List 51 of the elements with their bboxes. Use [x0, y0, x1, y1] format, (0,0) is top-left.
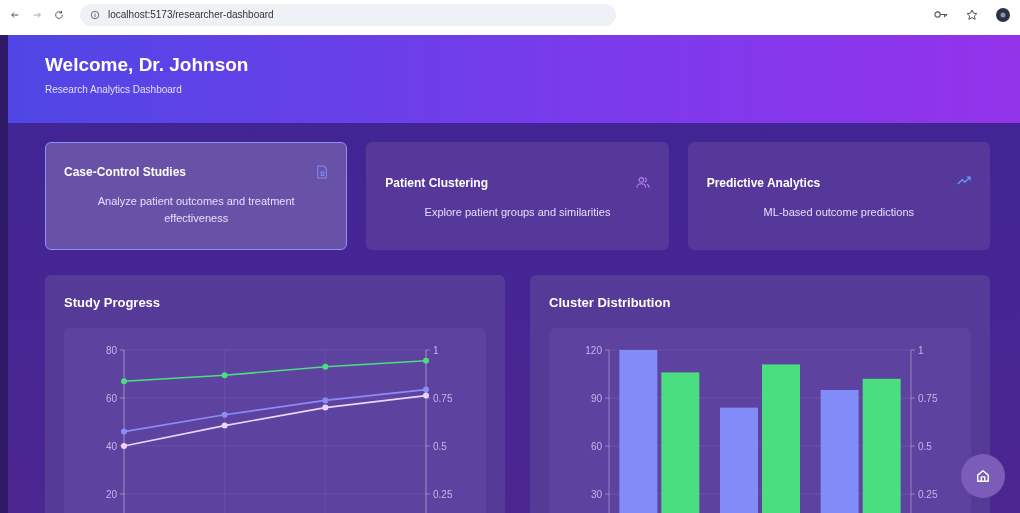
axis-label: 60 [105, 393, 117, 404]
point [423, 392, 429, 399]
welcome-title: Welcome, Dr. Johnson [45, 54, 250, 76]
home-icon [976, 469, 990, 483]
reload-icon[interactable] [54, 9, 64, 20]
card-title: Patient Clustering [385, 176, 488, 190]
axis-label: 60 [590, 441, 602, 452]
point [322, 363, 329, 370]
axis-label: 1 [918, 345, 924, 356]
axis-label: 80 [105, 345, 117, 356]
panel-title: Study Progress [64, 295, 162, 310]
point [322, 397, 329, 404]
axis-label: 90 [590, 393, 602, 404]
axis-label: 0.75 [918, 393, 938, 404]
point [322, 404, 329, 411]
card-description: Analyze patient outcomes and treatment effectiveness [96, 194, 296, 226]
axis-label: 0.5 [433, 441, 447, 452]
axis-label: 120 [585, 345, 602, 356]
axis-label: 20 [105, 489, 117, 500]
feature-card[interactable]: Case-Control Studies Analyze patient outcomes and treatment effectiveness [45, 142, 348, 250]
users-icon [635, 176, 650, 189]
axis-label: 40 [105, 441, 117, 452]
card-description: ML-based outcome predictions [762, 205, 916, 220]
avatar-icon[interactable] [996, 7, 1010, 22]
point [121, 428, 127, 435]
card-description: Explore patient groups and similarities [423, 205, 612, 220]
info-icon[interactable] [90, 9, 100, 20]
star-icon[interactable] [966, 8, 978, 21]
feature-card[interactable]: Predictive Analytics ML-based outcome predictions [687, 142, 990, 250]
point [221, 372, 228, 379]
axis-label: 30 [590, 489, 602, 500]
axis-label: 0.75 [433, 393, 453, 404]
point [423, 357, 429, 364]
document-icon [316, 165, 329, 179]
trend-up-icon [957, 176, 971, 185]
header-subtitle: Research Analytics Dashboard [45, 84, 183, 95]
feature-card[interactable]: Patient Clustering Explore patient groups and similarities [366, 142, 669, 250]
point [221, 422, 228, 429]
point [423, 386, 429, 393]
axis-label: 0.5 [918, 441, 932, 452]
axis-label: 1 [433, 345, 439, 356]
back-icon[interactable] [10, 9, 20, 20]
axis-label: 0.25 [433, 489, 453, 500]
address-bar[interactable]: localhost:5173/researcher-dashboard [80, 3, 616, 26]
point [121, 378, 127, 385]
card-title: Predictive Analytics [706, 176, 821, 190]
key-icon[interactable] [934, 10, 948, 19]
point [221, 411, 228, 418]
card-title: Case-Control Studies [64, 165, 186, 179]
panel-title: Cluster Distribution [549, 295, 672, 310]
axis-label: 0.25 [918, 489, 938, 500]
